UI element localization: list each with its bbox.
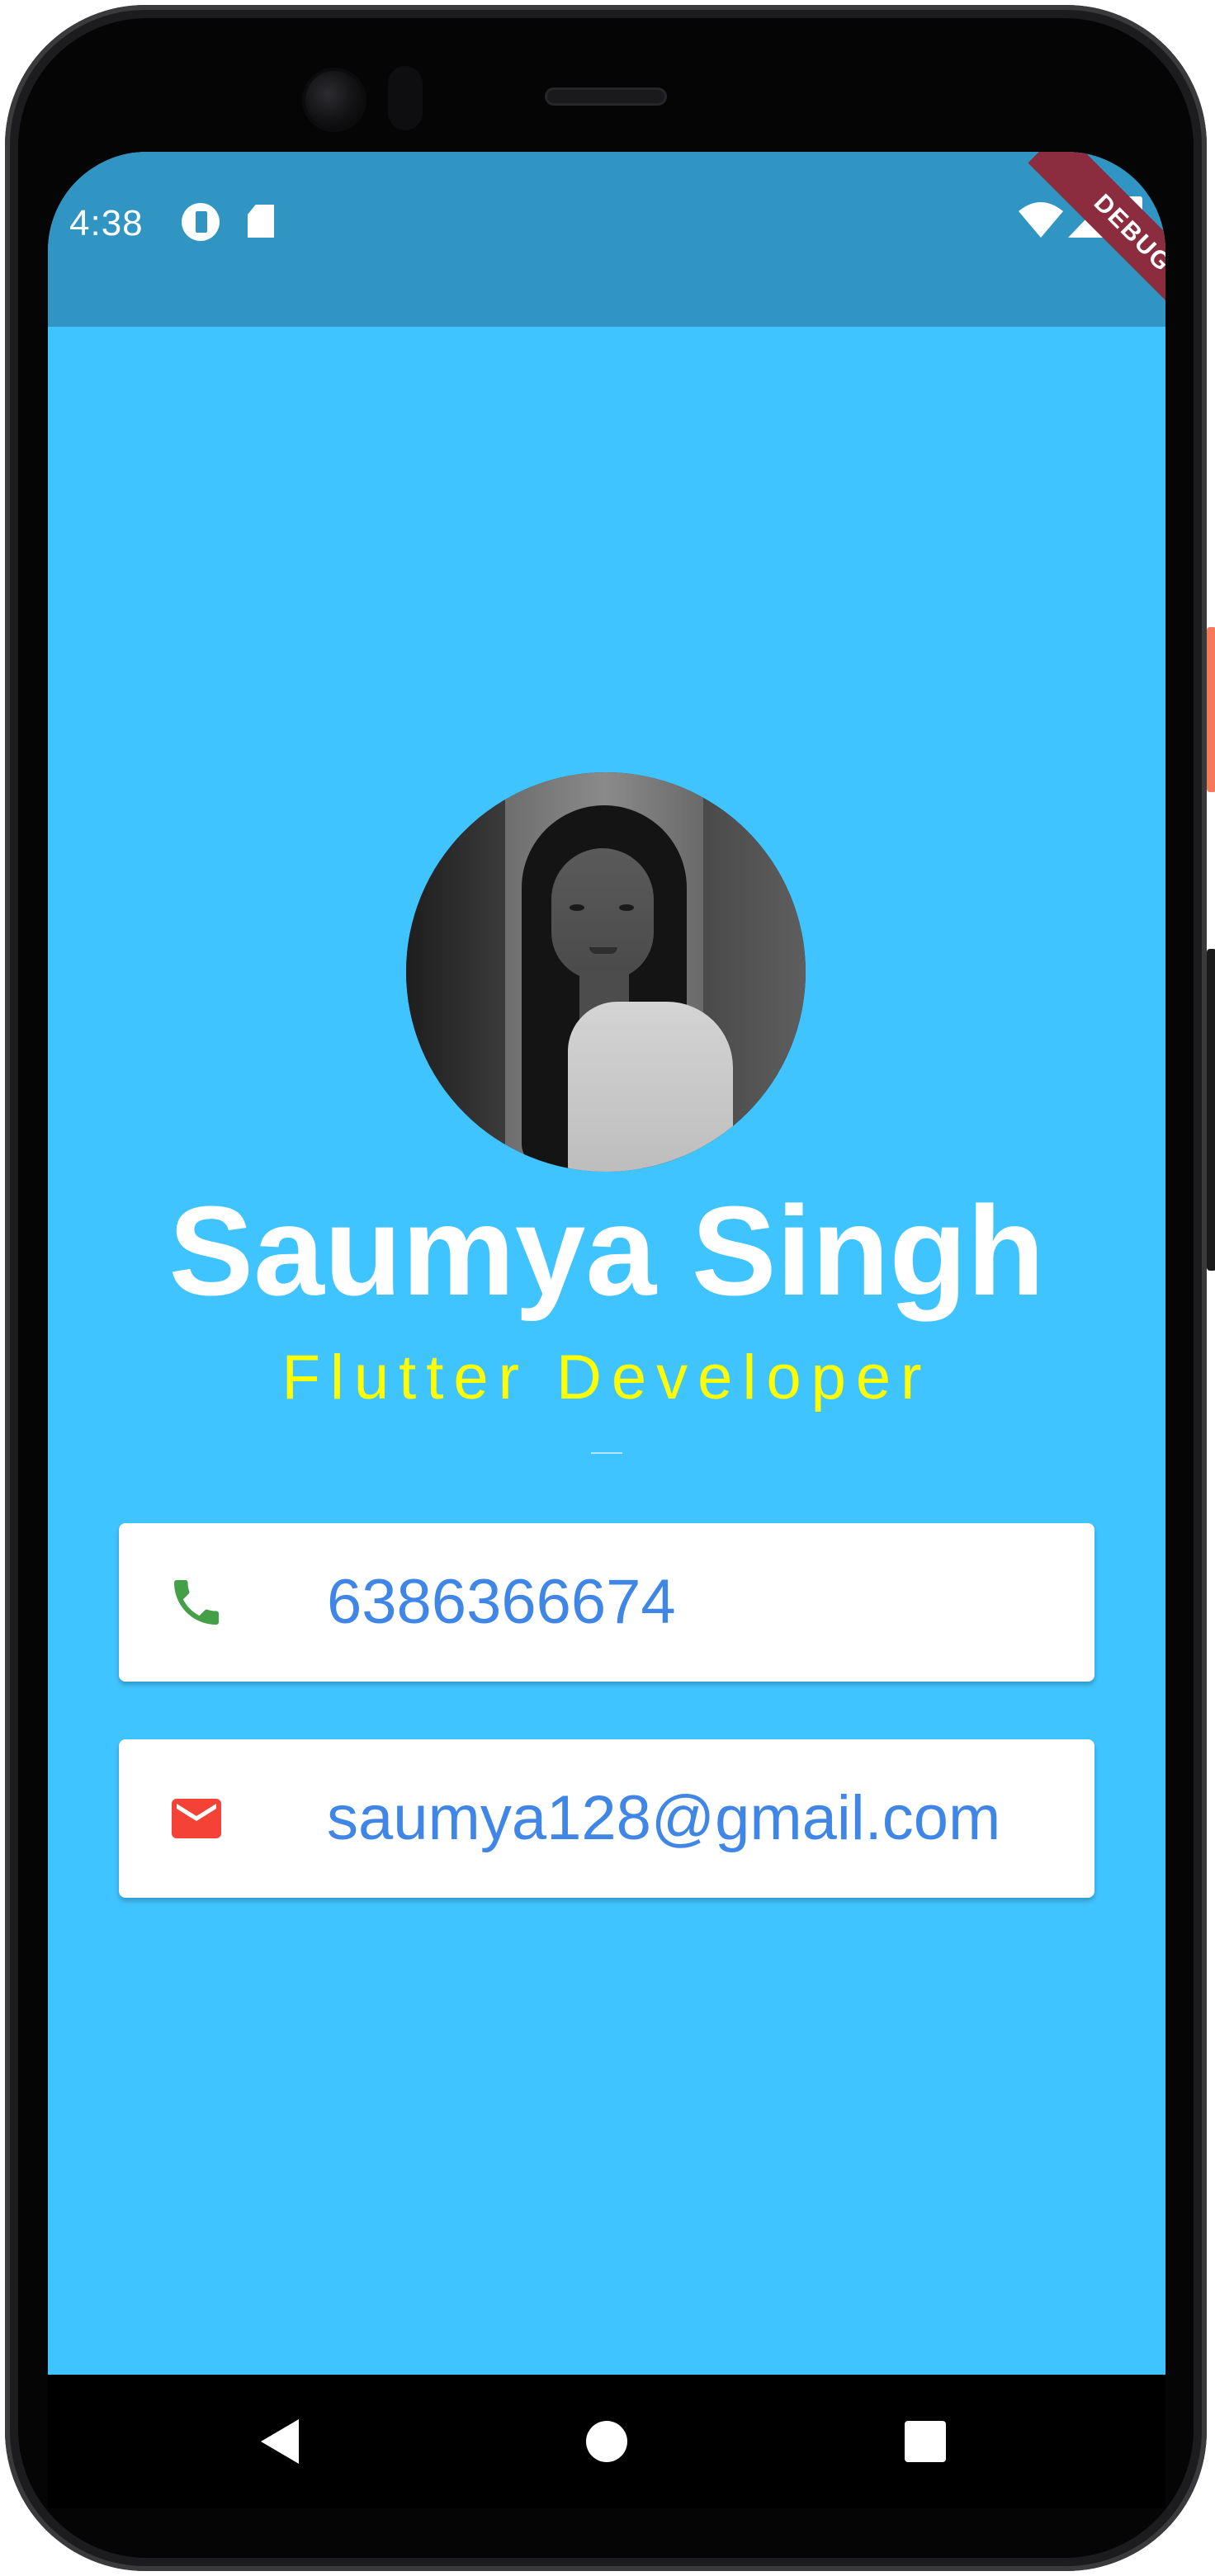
home-circle-icon[interactable] [586,2421,627,2462]
navigation-bar [48,2375,1165,2508]
email-card[interactable]: saumya128@gmail.com [119,1739,1094,1898]
profile-name: Saumya Singh [168,1180,1045,1322]
email-address: saumya128@gmail.com [327,1783,1001,1853]
debug-banner: DEBUG [1028,152,1165,338]
back-triangle-icon[interactable] [261,2419,299,2464]
app-notification-icon [182,203,220,241]
phone-frame: 4:38 DEBUG Saumya Singh Flutter Develope… [0,0,1215,2576]
wifi-icon [1019,202,1063,238]
power-button [1207,627,1215,792]
phone-icon [174,1580,219,1625]
front-camera [305,71,363,129]
status-bar: 4:38 DEBUG [48,152,1165,338]
proximity-sensor [388,66,423,130]
app-screen: 4:38 DEBUG Saumya Singh Flutter Develope… [48,152,1165,2508]
status-time: 4:38 [69,203,144,243]
phone-card[interactable]: 6386366674 [119,1523,1094,1682]
divider [591,1452,622,1454]
avatar [406,772,806,1172]
volume-button [1207,949,1215,1271]
phone-number: 6386366674 [327,1567,676,1637]
profile-title: Flutter Developer [281,1342,932,1413]
recents-square-icon[interactable] [905,2421,946,2462]
sd-card-icon [248,205,274,238]
earpiece-speaker [545,87,667,106]
email-icon [172,1799,221,1838]
